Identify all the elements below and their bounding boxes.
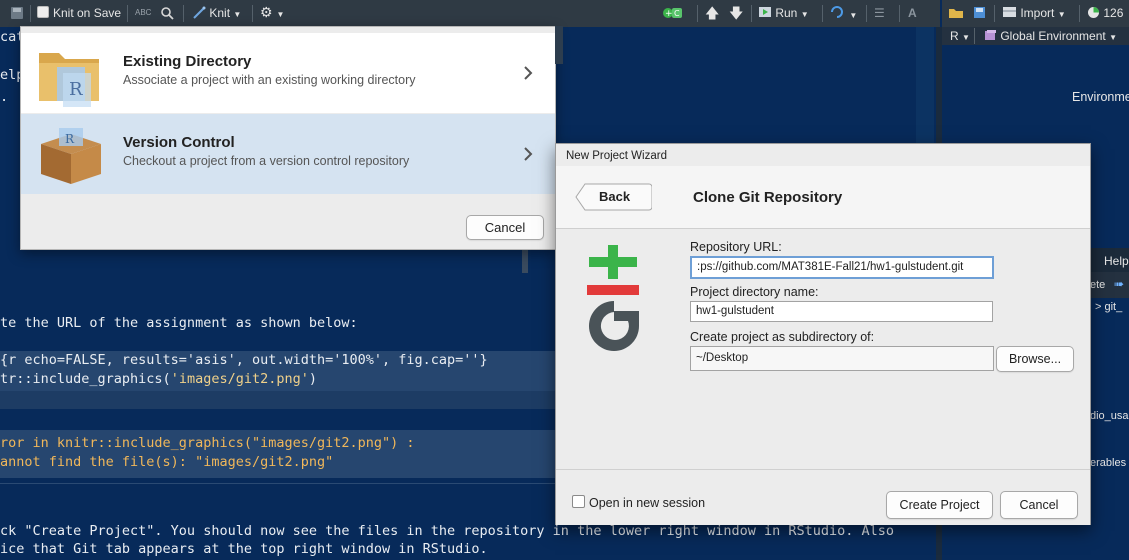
project-directory-input[interactable]: hw1-gulstudent: [690, 301, 993, 322]
import-dataset-button[interactable]: Import ▼: [1002, 6, 1066, 20]
save-workspace-icon[interactable]: [973, 6, 986, 22]
wizard-heading: Clone Git Repository: [693, 189, 843, 206]
files-path-git[interactable]: > git_: [1095, 301, 1122, 313]
editor-scroll-thumb[interactable]: [522, 247, 528, 273]
existing-directory-desc: Associate a project with an existing wor…: [123, 73, 416, 87]
gear-icon[interactable]: ⚙ ▼: [260, 4, 284, 21]
existing-directory-option[interactable]: R Existing Directory Associate a project…: [21, 33, 555, 113]
subdirectory-label: Create project as subdirectory of:: [690, 330, 875, 344]
svg-text:R: R: [65, 132, 75, 146]
code-line: .: [0, 89, 9, 105]
cancel-button[interactable]: Cancel: [466, 215, 544, 240]
search-icon[interactable]: [160, 6, 174, 23]
chevron-right-icon: [523, 63, 533, 86]
down-arrow-icon[interactable]: 🡇: [729, 3, 743, 27]
cube-icon: [985, 30, 996, 40]
environment-select[interactable]: Global Environment ▼: [984, 29, 1117, 43]
file-fragment-erables[interactable]: erables: [1090, 457, 1126, 469]
wizard-body: Repository URL: :ps://github.com/MAT381E…: [556, 229, 1090, 469]
up-arrow-icon[interactable]: 🡅: [705, 3, 719, 27]
code-line: ice that Git tab appears at the top righ…: [0, 541, 488, 557]
svg-text:C: C: [674, 9, 680, 18]
version-control-option[interactable]: R Version Control Checkout a project fro…: [21, 114, 555, 194]
existing-directory-title: Existing Directory: [123, 53, 252, 70]
refresh-icon[interactable]: ➠: [1114, 277, 1124, 291]
git-logo-icon: [584, 245, 646, 356]
import-icon: [1003, 7, 1016, 17]
wizard-cancel-button[interactable]: Cancel: [1000, 491, 1078, 519]
folder-open-icon[interactable]: [948, 6, 964, 22]
environment-toolbar: Import ▼ 126: [942, 0, 1129, 28]
wizard-header: Back Clone Git Repository: [556, 166, 1090, 229]
files-pane-tabs: Help: [1090, 248, 1129, 272]
svg-text:R: R: [69, 79, 83, 100]
r-language-select[interactable]: R ▼: [950, 29, 970, 43]
outline-icon[interactable]: ☰: [874, 6, 885, 20]
knit-on-save-box[interactable]: [37, 6, 49, 18]
create-project-button[interactable]: Create Project: [886, 491, 993, 519]
wizard-footer: Open in new session Create Project Cance…: [556, 469, 1090, 525]
new-project-type-dialog: R Existing Directory Associate a project…: [20, 26, 556, 250]
rerun-icon[interactable]: ▼: [830, 6, 857, 21]
chunk-call: tr::include_graphics('images/git2.png'): [0, 371, 317, 387]
folder-icon: R: [35, 39, 105, 112]
environment-bar: R ▼ Global Environment ▼: [942, 27, 1129, 45]
version-control-title: Version Control: [123, 134, 235, 151]
error-line: annot find the file(s): "images/git2.png…: [0, 454, 334, 470]
version-control-desc: Checkout a project from a version contro…: [123, 154, 410, 168]
run-icon: [759, 7, 771, 17]
code-line: te the URL of the assignment as shown be…: [0, 315, 358, 331]
save-icon[interactable]: [10, 6, 24, 23]
knit-on-save-checkbox[interactable]: Knit on Save: [37, 6, 121, 20]
browse-button[interactable]: Browse...: [996, 346, 1074, 372]
tab-help[interactable]: Help: [1104, 254, 1129, 268]
files-toolbar: ete ➠: [1090, 272, 1129, 298]
editor-toolbar: Knit on Save ABC Knit ▼ ⚙ ▼ + C 🡅 🡇 Run ▼…: [0, 0, 940, 28]
code-line: ck "Create Project". You should now see …: [0, 523, 895, 539]
open-new-session-checkbox[interactable]: Open in new session: [572, 495, 705, 510]
repository-url-label: Repository URL:: [690, 240, 782, 254]
svg-text:+: +: [665, 9, 673, 19]
memory-icon: [1088, 7, 1099, 18]
knit-button[interactable]: Knit ▼: [192, 6, 241, 20]
add-chunk-icon[interactable]: + C: [662, 6, 684, 23]
run-button[interactable]: Run ▼: [758, 6, 809, 20]
delete-fragment[interactable]: ete: [1090, 279, 1105, 291]
memory-usage[interactable]: 126: [1087, 6, 1123, 20]
file-fragment-dio[interactable]: dio_usa: [1090, 410, 1129, 422]
format-icon[interactable]: A: [908, 6, 917, 20]
dialog-title: New Project Wizard: [566, 150, 667, 162]
chevron-right-icon: [523, 144, 533, 167]
spellcheck-icon[interactable]: ABC: [135, 8, 151, 17]
files-path: > git_: [1090, 298, 1129, 338]
subdirectory-input[interactable]: ~/Desktop: [690, 346, 994, 371]
knit-icon: [193, 6, 206, 19]
package-box-icon: R: [35, 122, 105, 191]
chunk-header: {r echo=FALSE, results='asis', out.width…: [0, 352, 488, 368]
new-project-wizard-dialog: New Project Wizard Back Clone Git Reposi…: [555, 143, 1091, 525]
environment-empty-label: Environme: [1072, 90, 1129, 104]
repository-url-input[interactable]: :ps://github.com/MAT381E-Fall21/hw1-guls…: [690, 256, 994, 279]
error-line: ror in knitr::include_graphics("images/g…: [0, 435, 415, 451]
project-directory-label: Project directory name:: [690, 285, 819, 299]
